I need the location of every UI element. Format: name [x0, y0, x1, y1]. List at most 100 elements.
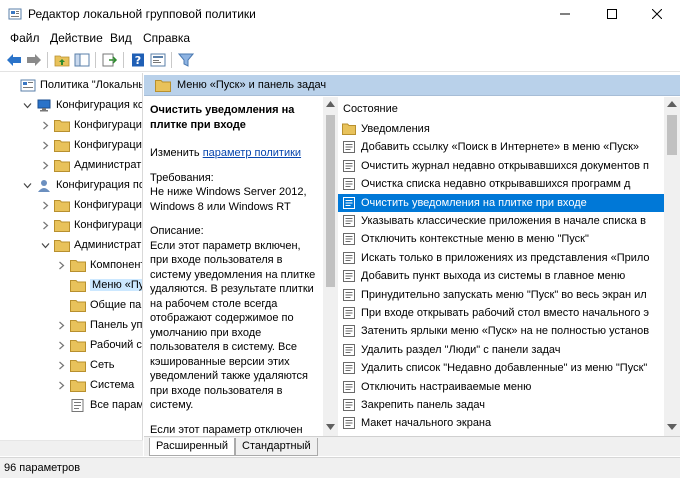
chevron-right-icon[interactable] — [56, 380, 66, 390]
folder-icon — [54, 139, 70, 152]
title-bar: Редактор локальной групповой политики — [0, 0, 680, 28]
tree-item[interactable]: Меню «Пуск — [56, 276, 142, 294]
chevron-down-icon[interactable] — [40, 240, 50, 250]
menu-help[interactable]: Справка — [143, 31, 190, 45]
console-tree[interactable]: Политика "Локальный Конфигурация комп Конф… — [0, 73, 143, 456]
settings-list-scrollbar[interactable] — [664, 97, 680, 436]
filter-button[interactable] — [177, 51, 195, 69]
list-item-label: Отключить настраиваемые меню — [361, 380, 532, 393]
tree-item[interactable]: Конфигурация W — [40, 136, 143, 154]
chevron-right-icon[interactable] — [56, 260, 66, 270]
chevron-right-icon[interactable] — [40, 160, 50, 170]
list-item[interactable]: Отключить контекстные меню в меню "Пуск" — [338, 230, 664, 248]
policy-setting-icon — [343, 270, 355, 283]
list-item[interactable]: Уведомления — [338, 120, 664, 138]
minimize-button[interactable] — [542, 0, 588, 28]
tree-item-label: Компоненты — [90, 259, 142, 271]
list-item[interactable]: Удалить раздел "Люди" с панели задач — [338, 341, 664, 359]
tree-item[interactable]: Панель упра — [56, 316, 143, 334]
list-item-label: Закрепить панель задач — [361, 399, 486, 411]
edit-policy-link[interactable]: параметр политики — [203, 147, 301, 159]
tree-item[interactable]: Общие папк — [56, 296, 142, 314]
tree-item[interactable]: Административ — [40, 236, 142, 254]
up-level-button[interactable] — [53, 51, 71, 69]
help-icon: ? — [132, 53, 144, 67]
menu-action[interactable]: Действие — [50, 31, 103, 45]
list-item[interactable]: При входе открывать рабочий стол вместо … — [338, 304, 664, 322]
chevron-right-icon[interactable] — [56, 360, 66, 370]
chevron-down-icon[interactable] — [22, 100, 32, 110]
properties-icon — [150, 53, 166, 67]
chevron-right-icon[interactable] — [40, 200, 50, 210]
maximize-button[interactable] — [589, 0, 635, 28]
details-header: Меню «Пуск» и панель задач — [144, 75, 680, 96]
list-item[interactable]: Добавить пункт выхода из системы в главн… — [338, 267, 664, 285]
tree-item[interactable]: Конфигурация п — [40, 116, 142, 134]
export-icon — [102, 53, 118, 67]
tree-item[interactable]: Конфигурация пол — [22, 176, 143, 194]
list-item[interactable]: Затенить ярлыки меню «Пуск» на не полнос… — [338, 322, 664, 340]
tree-item[interactable]: Сеть — [56, 356, 114, 374]
requirements-text: Не ниже Windows Server 2012, Windows 8 и… — [150, 186, 307, 213]
folder-icon — [70, 339, 86, 352]
tree-item[interactable]: Политика "Локальный — [6, 76, 142, 94]
list-item[interactable]: Очистка списка недавно открывавшихся про… — [338, 175, 664, 193]
tree-item-label: Конфигурация W — [74, 139, 143, 151]
settings-list[interactable]: Состояние Уведомления Добавить ссылку «По… — [338, 97, 664, 436]
menu-file[interactable]: Файл — [10, 31, 40, 45]
chevron-right-icon[interactable] — [40, 140, 50, 150]
export-list-button[interactable] — [101, 51, 119, 69]
tree-item-label: Панель упра — [90, 319, 143, 331]
tree-item[interactable]: Компоненты — [56, 256, 142, 274]
list-item[interactable]: Очистить журнал недавно открывавшихся до… — [338, 157, 664, 175]
requirements-label: Требования: — [150, 171, 214, 184]
tree-item[interactable]: Конфигурация комп — [22, 96, 142, 114]
list-item[interactable]: Принудительно запускать меню "Пуск" во в… — [338, 286, 664, 304]
list-item[interactable]: Указывать классические приложения в нача… — [338, 212, 664, 230]
chevron-down-icon[interactable] — [22, 180, 32, 190]
description-scrollbar[interactable] — [323, 97, 338, 436]
tree-item[interactable]: Конфигурация п — [40, 196, 142, 214]
tree-item[interactable]: Система — [56, 376, 134, 394]
chevron-right-icon[interactable] — [56, 340, 66, 350]
tab-extended[interactable]: Расширенный — [149, 438, 235, 456]
description-label: Описание: — [150, 225, 204, 237]
list-item[interactable]: Очистить уведомления на плитке при входе — [338, 193, 664, 212]
tab-standard[interactable]: Стандартный — [235, 438, 318, 456]
column-header-state[interactable]: Состояние — [343, 103, 398, 115]
list-item-label: Очистить журнал недавно открывавшихся до… — [361, 159, 649, 172]
list-item[interactable]: Добавить ссылку «Поиск в Интернете» в ме… — [338, 138, 664, 156]
list-item[interactable]: Макет начального экрана — [338, 414, 664, 432]
chevron-right-icon[interactable] — [40, 120, 50, 130]
help-button[interactable]: ? — [129, 51, 147, 69]
tree-item-label: Рабочий сто. — [90, 339, 142, 351]
tree-horizontal-scrollbar[interactable] — [0, 440, 143, 456]
back-button[interactable] — [5, 51, 23, 69]
menu-view[interactable]: Вид — [110, 31, 132, 45]
chevron-right-icon[interactable] — [40, 220, 50, 230]
tree-item[interactable]: Рабочий сто. — [56, 336, 142, 354]
tree-item[interactable]: Все параметр — [56, 396, 142, 414]
close-button[interactable] — [634, 0, 680, 28]
description-scroll-thumb[interactable] — [326, 115, 335, 287]
settings-list-scroll-thumb[interactable] — [667, 115, 677, 155]
user-icon — [38, 179, 50, 192]
policy-setting-icon — [343, 343, 355, 356]
tree-item[interactable]: Конфигурация W — [40, 216, 142, 234]
list-item[interactable]: Удалить список "Недавно добавленные" из … — [338, 359, 664, 377]
list-item[interactable]: Закрепить панель задач — [338, 396, 664, 414]
policy-setting-icon — [343, 399, 355, 411]
forward-button[interactable] — [25, 51, 43, 69]
properties-button[interactable] — [149, 51, 167, 69]
tree-item[interactable]: Административ — [40, 156, 142, 174]
tree-item-label: Конфигурация пол — [56, 179, 143, 191]
list-item[interactable]: Отключить настраиваемые меню — [338, 378, 664, 396]
list-item-label: Принудительно запускать меню "Пуск" во в… — [361, 288, 647, 301]
toolbar: ? — [0, 48, 680, 72]
chevron-right-icon[interactable] — [56, 320, 66, 330]
tree-item-label: Меню «Пуск — [90, 279, 142, 291]
list-item[interactable]: Искать только в приложениях из представл… — [338, 249, 664, 267]
show-hide-console-tree-button[interactable] — [73, 51, 91, 69]
